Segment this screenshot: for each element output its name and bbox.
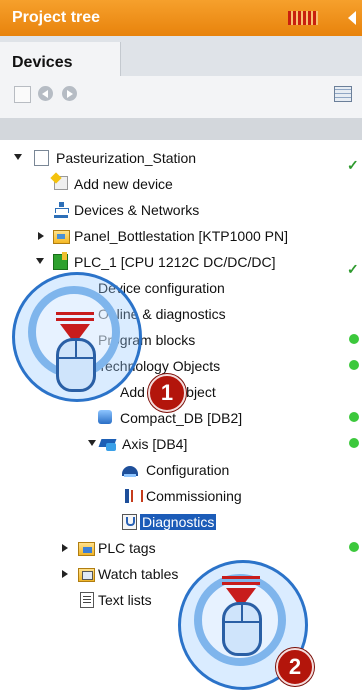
expand-arrow-icon[interactable] (62, 570, 68, 578)
add-device-icon (54, 176, 68, 190)
tree-item-commissioning[interactable]: Commissioning (0, 484, 362, 508)
project-icon (34, 150, 49, 166)
status-ok-icon (349, 542, 359, 552)
tree-item-compact-db[interactable]: Compact_DB [DB2] (0, 406, 362, 430)
forward-icon[interactable] (62, 86, 77, 101)
project-tree-header: Project tree (0, 0, 362, 36)
step-badge: 1 (148, 374, 186, 412)
tree-item-add-new-device[interactable]: Add new device (0, 172, 362, 196)
text-list-icon (80, 592, 94, 608)
selected-item-label: Diagnostics (140, 514, 217, 530)
tree-item-plc-tags[interactable]: PLC tags (0, 536, 362, 560)
panel-title: Project tree (12, 9, 101, 26)
network-icon (54, 202, 69, 218)
tree-item-configuration[interactable]: Configuration (0, 458, 362, 482)
hmi-panel-icon (53, 230, 70, 244)
new-item-icon[interactable] (14, 86, 31, 103)
step-badge: 2 (276, 648, 314, 686)
expand-arrow-icon[interactable] (62, 544, 68, 552)
tree-item-axis[interactable]: Axis [DB4] (0, 432, 362, 456)
tree-item-diagnostics[interactable]: Diagnostics (0, 510, 362, 534)
status-ok-icon (349, 360, 359, 370)
tree-item-panel[interactable]: Panel_Bottlestation [KTP1000 PN] (0, 224, 362, 248)
status-ok-icon (349, 412, 359, 422)
data-block-icon (98, 410, 112, 424)
expand-arrow-icon[interactable] (14, 154, 22, 160)
diagnostics-icon (122, 514, 137, 530)
expand-arrow-icon[interactable] (36, 258, 44, 264)
commissioning-icon (124, 488, 143, 503)
tab-label: Devices (12, 54, 73, 71)
expand-arrow-icon[interactable] (88, 440, 96, 446)
expand-arrow-icon[interactable] (38, 232, 44, 240)
tree-item-root[interactable]: Pasteurization_Station ✓ (0, 146, 362, 173)
tree-item-devices-networks[interactable]: Devices & Networks (0, 198, 362, 222)
mouse-icon (222, 602, 262, 656)
plc-icon (53, 252, 68, 270)
watch-table-icon (78, 568, 95, 582)
status-ok-icon (349, 334, 359, 344)
tag-folder-icon (78, 542, 95, 556)
configuration-icon (122, 462, 138, 477)
toolbar (0, 76, 362, 118)
status-ok-icon (349, 438, 359, 448)
column-header-band (0, 118, 362, 140)
collapse-panel-icon[interactable] (348, 11, 356, 25)
tree-item-watch-tables[interactable]: Watch tables (0, 562, 362, 586)
tab-strip: Devices (0, 36, 362, 76)
tab-devices[interactable]: Devices (0, 42, 121, 76)
back-icon[interactable] (38, 86, 53, 101)
activity-bars-icon (288, 11, 318, 25)
overview-table-icon[interactable] (334, 86, 352, 102)
axis-icon (100, 436, 116, 451)
tree-item-plc[interactable]: PLC_1 [CPU 1212C DC/DC/DC] ✓ (0, 250, 362, 277)
mouse-icon (56, 338, 96, 392)
